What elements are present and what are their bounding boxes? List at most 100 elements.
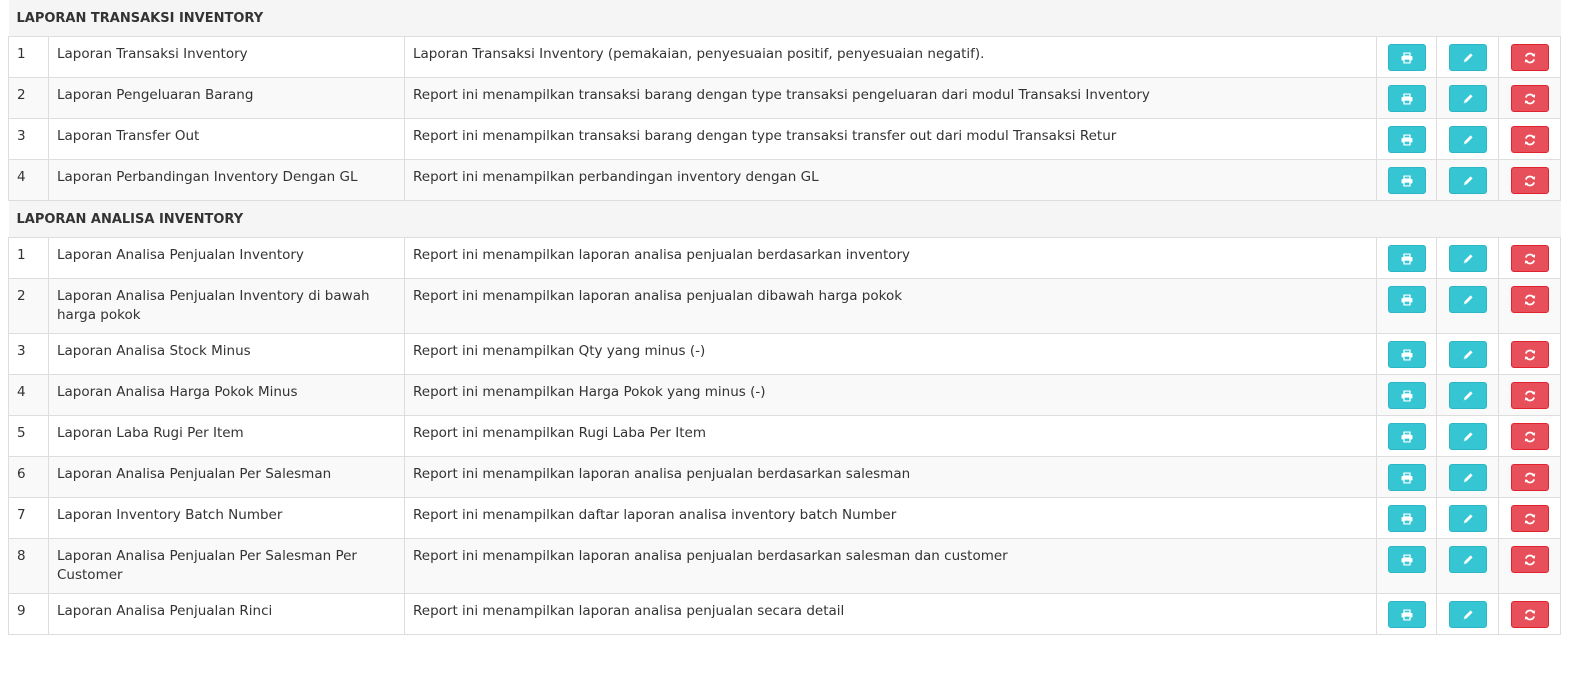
report-description: Report ini menampilkan laporan analisa p… [404,593,1377,635]
edit-cell [1436,333,1499,375]
print-button[interactable] [1387,464,1426,491]
section-title: LAPORAN TRANSAKSI INVENTORY [8,0,1561,37]
report-name: Laporan Transfer Out [48,118,405,160]
report-description: Report ini menampilkan daftar laporan an… [404,497,1377,539]
print-icon [1401,52,1412,63]
report-name: Laporan Analisa Penjualan Per Salesman P… [48,538,405,594]
table-row: 8 Laporan Analisa Penjualan Per Salesman… [8,538,1562,594]
print-cell [1376,497,1437,539]
reset-button[interactable] [1510,44,1549,71]
reset-button[interactable] [1510,505,1549,532]
edit-button[interactable] [1448,126,1487,153]
print-button[interactable] [1387,85,1426,112]
edit-button[interactable] [1448,423,1487,450]
edit-button[interactable] [1448,464,1487,491]
row-number: 2 [8,278,49,334]
edit-button[interactable] [1448,601,1487,628]
print-cell [1376,118,1437,160]
reset-button[interactable] [1510,382,1549,409]
refresh-icon [1524,294,1535,305]
print-button[interactable] [1387,286,1426,313]
report-description: Report ini menampilkan laporan analisa p… [404,237,1377,279]
table-row: 2 Laporan Pengeluaran Barang Report ini … [8,77,1562,119]
refresh-icon [1524,513,1535,524]
table-row: 6 Laporan Analisa Penjualan Per Salesman… [8,456,1562,498]
print-cell [1376,415,1437,457]
print-button[interactable] [1387,126,1426,153]
edit-cell [1436,415,1499,457]
edit-button[interactable] [1448,505,1487,532]
edit-cell [1436,77,1499,119]
reset-button[interactable] [1510,286,1549,313]
print-icon [1401,554,1412,565]
edit-button[interactable] [1448,167,1487,194]
refresh-icon [1524,175,1535,186]
reset-button[interactable] [1510,546,1549,573]
print-icon [1401,175,1412,186]
print-button[interactable] [1387,423,1426,450]
pencil-icon [1462,175,1473,186]
row-number: 4 [8,159,49,201]
edit-button[interactable] [1448,44,1487,71]
pencil-icon [1462,52,1473,63]
edit-button[interactable] [1448,382,1487,409]
print-button[interactable] [1387,167,1426,194]
table-row: 1 Laporan Transaksi Inventory Laporan Tr… [8,36,1562,78]
reset-button[interactable] [1510,341,1549,368]
print-button[interactable] [1387,601,1426,628]
table-row: 4 Laporan Perbandingan Inventory Dengan … [8,159,1562,201]
reset-cell [1497,456,1562,498]
section-header-row: LAPORAN TRANSAKSI INVENTORY [8,0,1561,37]
print-button[interactable] [1387,245,1426,272]
edit-button[interactable] [1448,341,1487,368]
print-button[interactable] [1387,382,1426,409]
print-icon [1401,431,1412,442]
print-cell [1376,77,1437,119]
report-name: Laporan Transaksi Inventory [48,36,405,78]
reset-button[interactable] [1510,126,1549,153]
pencil-icon [1462,609,1473,620]
refresh-icon [1524,554,1535,565]
refresh-icon [1524,253,1535,264]
report-table: LAPORAN TRANSAKSI INVENTORY 1 Laporan Tr… [8,0,1562,635]
row-number: 2 [8,77,49,119]
table-row: 5 Laporan Laba Rugi Per Item Report ini … [8,415,1562,457]
reset-cell [1497,118,1562,160]
print-cell [1376,538,1437,594]
print-button[interactable] [1387,341,1426,368]
reset-button[interactable] [1510,423,1549,450]
print-button[interactable] [1387,44,1426,71]
reset-button[interactable] [1510,85,1549,112]
pencil-icon [1462,431,1473,442]
edit-button[interactable] [1448,286,1487,313]
edit-button[interactable] [1448,546,1487,573]
reset-button[interactable] [1510,167,1549,194]
reset-button[interactable] [1510,245,1549,272]
table-row: 2 Laporan Analisa Penjualan Inventory di… [8,278,1562,334]
reset-cell [1497,77,1562,119]
refresh-icon [1524,349,1535,360]
pencil-icon [1462,253,1473,264]
edit-button[interactable] [1448,245,1487,272]
print-cell [1376,159,1437,201]
report-name: Laporan Pengeluaran Barang [48,77,405,119]
section-title: LAPORAN ANALISA INVENTORY [8,200,1561,238]
table-row: 3 Laporan Transfer Out Report ini menamp… [8,118,1562,160]
print-cell [1376,456,1437,498]
edit-cell [1436,278,1499,334]
row-number: 9 [8,593,49,635]
row-number: 8 [8,538,49,594]
table-row: 3 Laporan Analisa Stock Minus Report ini… [8,333,1562,375]
print-icon [1401,513,1412,524]
print-button[interactable] [1387,505,1426,532]
reset-button[interactable] [1510,464,1549,491]
report-description: Report ini menampilkan Qty yang minus (-… [404,333,1377,375]
print-button[interactable] [1387,546,1426,573]
edit-button[interactable] [1448,85,1487,112]
report-list: LAPORAN TRANSAKSI INVENTORY 1 Laporan Tr… [8,0,1562,635]
reset-button[interactable] [1510,601,1549,628]
reset-cell [1497,237,1562,279]
refresh-icon [1524,609,1535,620]
edit-cell [1436,237,1499,279]
print-cell [1376,374,1437,416]
